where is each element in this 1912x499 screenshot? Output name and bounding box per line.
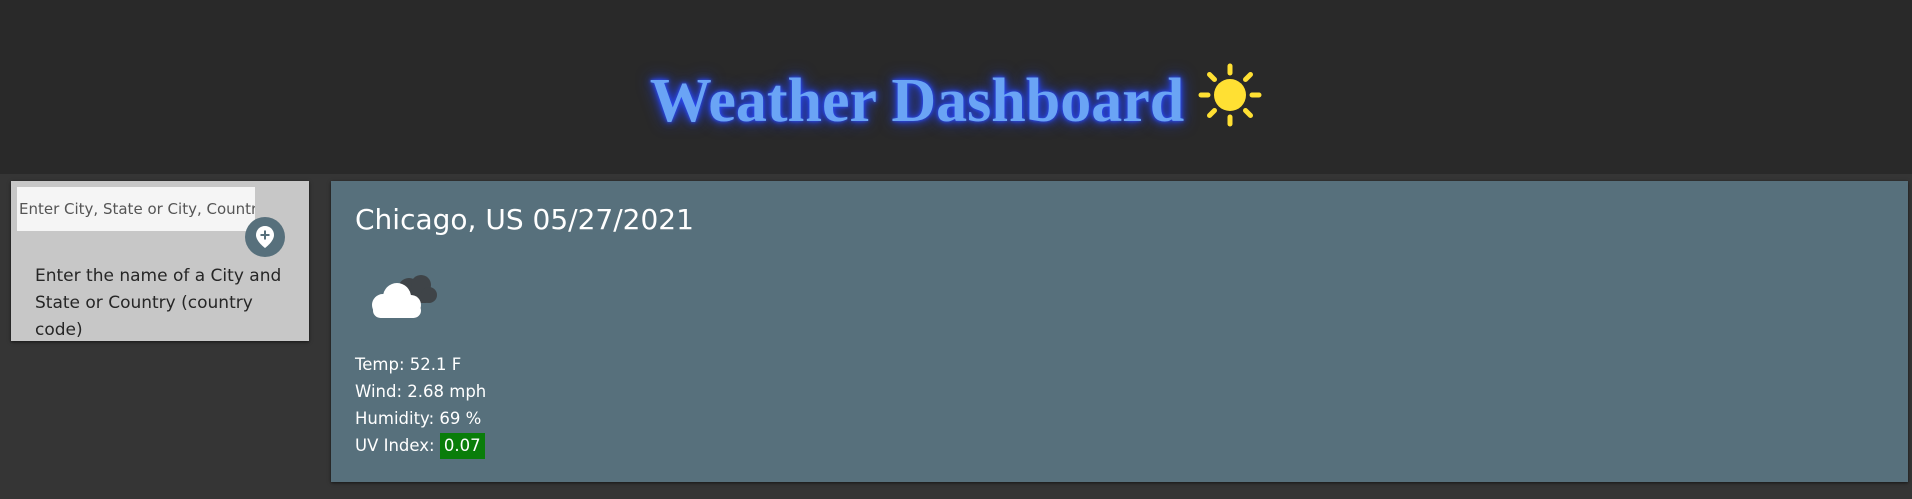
sun-icon bbox=[1198, 63, 1262, 127]
uv-index-label: UV Index: bbox=[355, 436, 435, 455]
weather-stats: Temp: 52.1 F Wind: 2.68 mph Humidity: 69… bbox=[355, 351, 486, 459]
page-title-text: Weather Dashboard bbox=[649, 66, 1185, 135]
current-weather-card: Chicago, US 05/27/2021 Temp: 52.1 F Wind… bbox=[331, 181, 1908, 482]
cloud-icon bbox=[365, 267, 441, 323]
header: Weather Dashboard bbox=[0, 0, 1912, 174]
wind-value: Wind: 2.68 mph bbox=[355, 382, 487, 401]
temperature-value: Temp: 52.1 F bbox=[355, 355, 462, 374]
search-button[interactable] bbox=[245, 217, 285, 257]
search-help-text: Enter the name of a City and State or Co… bbox=[35, 266, 282, 340]
uv-index-row: UV Index: 0.07 bbox=[355, 432, 486, 459]
humidity-value: Humidity: 69 % bbox=[355, 409, 482, 428]
map-pin-plus-icon bbox=[255, 225, 275, 249]
city-search-input[interactable] bbox=[17, 187, 255, 231]
city-date-heading: Chicago, US 05/27/2021 bbox=[355, 203, 694, 236]
search-panel: Enter the name of a City and State or Co… bbox=[11, 181, 309, 341]
page-title: Weather Dashboard bbox=[0, 54, 1912, 142]
uv-index-badge: 0.07 bbox=[439, 433, 485, 459]
